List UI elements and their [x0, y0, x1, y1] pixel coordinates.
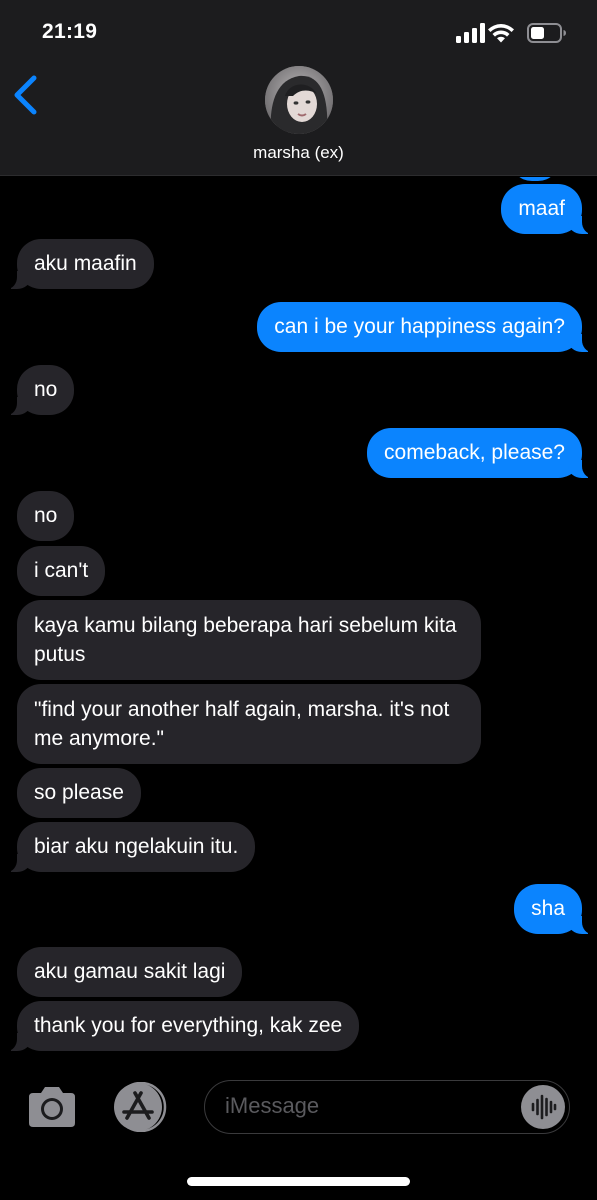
app-store-icon[interactable] — [112, 1082, 172, 1132]
message-bubble-incoming[interactable]: so please — [17, 768, 141, 818]
audio-message-button[interactable] — [521, 1085, 565, 1129]
message-bubble-outgoing[interactable]: comeback, please? — [367, 428, 594, 478]
avatar-photo — [265, 66, 333, 134]
conversation-header: 21:19 marsha (ex) — [0, 0, 597, 176]
imessage-input[interactable]: iMessage — [204, 1080, 570, 1134]
message-text: kaya kamu bilang beberapa hari sebelum k… — [34, 614, 457, 666]
message-text: biar aku ngelakuin itu. — [34, 835, 239, 858]
message-text: no — [34, 504, 58, 527]
message-text: so please — [34, 781, 124, 804]
home-indicator[interactable] — [187, 1177, 410, 1186]
message-text: aku maafin — [34, 252, 137, 275]
message-bubble-outgoing-partial — [510, 177, 560, 181]
message-text: thank you for everything, kak zee — [34, 1014, 343, 1037]
message-text: i can't — [34, 559, 89, 582]
cellular-signal-icon — [456, 23, 485, 43]
message-bubble-incoming[interactable]: thank you for everything, kak zee — [4, 1001, 360, 1051]
imessage-placeholder: iMessage — [225, 1093, 320, 1118]
message-text: comeback, please? — [384, 441, 565, 464]
contact-name[interactable]: marsha (ex) — [0, 143, 597, 163]
message-bubble-incoming[interactable]: no — [4, 365, 75, 415]
message-bubble-incoming[interactable]: biar aku ngelakuin itu. — [4, 822, 256, 872]
message-thread[interactable]: maaf aku maafin can i be your happiness … — [0, 177, 597, 1057]
camera-icon[interactable] — [25, 1085, 79, 1129]
contact-avatar[interactable] — [265, 66, 333, 134]
status-time: 21:19 — [42, 20, 98, 43]
audio-waveform-icon — [531, 1094, 557, 1120]
message-bubble-outgoing[interactable]: sha — [514, 884, 594, 934]
message-bubble-incoming[interactable]: aku gamau sakit lagi — [17, 947, 243, 997]
battery-icon — [527, 23, 566, 43]
wifi-icon — [488, 24, 514, 43]
message-bubble-incoming[interactable]: kaya kamu bilang beberapa hari sebelum k… — [17, 600, 481, 680]
message-text: can i be your happiness again? — [274, 315, 565, 338]
message-text: aku gamau sakit lagi — [34, 960, 226, 983]
message-bubble-incoming[interactable]: no — [17, 491, 75, 541]
back-chevron-icon[interactable] — [10, 74, 44, 116]
message-bubble-outgoing[interactable]: can i be your happiness again? — [257, 302, 594, 352]
message-text: "find your another half again, marsha. i… — [34, 698, 450, 750]
message-bubble-incoming[interactable]: i can't — [17, 546, 106, 596]
message-bubble-incoming[interactable]: "find your another half again, marsha. i… — [17, 684, 481, 764]
message-text: no — [34, 378, 58, 401]
message-text: maaf — [518, 197, 565, 220]
message-bubble-incoming[interactable]: aku maafin — [5, 239, 154, 289]
message-text: sha — [531, 897, 565, 920]
message-bubble-outgoing[interactable]: maaf — [501, 184, 594, 234]
